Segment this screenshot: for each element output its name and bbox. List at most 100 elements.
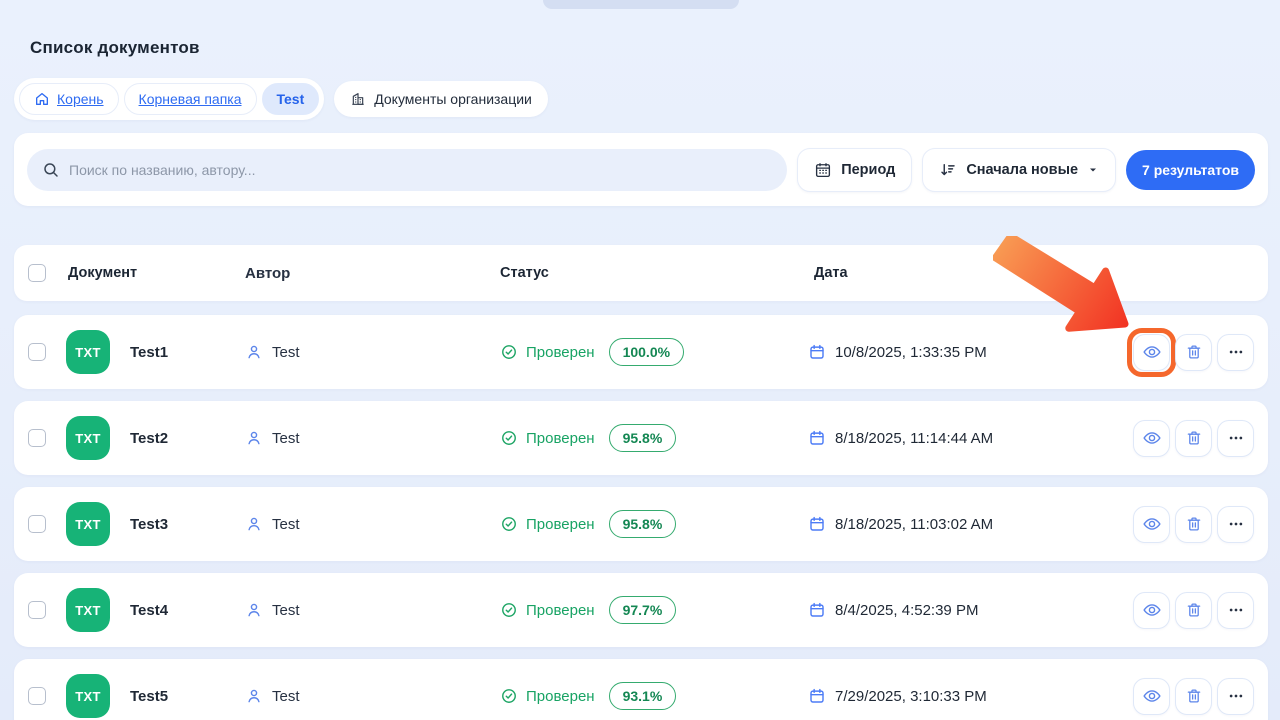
more-actions-button[interactable] <box>1217 506 1254 543</box>
eye-icon <box>1142 428 1162 448</box>
delete-button[interactable] <box>1175 678 1212 715</box>
view-button[interactable] <box>1133 506 1170 543</box>
check-circle-icon <box>500 515 518 533</box>
breadcrumb-root-folder[interactable]: Корневая папка <box>124 83 257 115</box>
eye-icon <box>1142 342 1162 362</box>
search-input[interactable] <box>69 162 772 178</box>
author-name: Test <box>272 602 300 619</box>
more-actions-button[interactable] <box>1217 420 1254 457</box>
eye-icon <box>1142 514 1162 534</box>
period-button[interactable]: Период <box>797 148 912 192</box>
row-checkbox[interactable] <box>28 601 46 619</box>
table-row[interactable]: TXT Test3 Test Проверен 95.8% 8/18/2025,… <box>14 487 1268 561</box>
author-name: Test <box>272 344 300 361</box>
breadcrumb-root[interactable]: Корень <box>19 83 119 115</box>
status-label: Проверен <box>526 516 595 533</box>
breadcrumb-current[interactable]: Test <box>262 83 320 115</box>
document-name: Test5 <box>130 688 168 705</box>
search-icon <box>42 161 60 179</box>
view-button[interactable] <box>1133 334 1170 371</box>
eye-icon <box>1142 600 1162 620</box>
author-name: Test <box>272 430 300 447</box>
delete-button[interactable] <box>1175 506 1212 543</box>
header-date: Дата <box>808 265 1254 281</box>
table-row[interactable]: TXT Test2 Test Проверен 95.8% 8/18/2025,… <box>14 401 1268 475</box>
more-actions-button[interactable] <box>1217 334 1254 371</box>
calendar-icon <box>814 161 832 179</box>
view-button[interactable] <box>1133 420 1170 457</box>
org-documents-button[interactable]: Документы организации <box>334 81 548 117</box>
trash-icon <box>1185 429 1203 447</box>
delete-button[interactable] <box>1175 334 1212 371</box>
breadcrumb-root-label[interactable]: Корень <box>57 91 104 107</box>
table-row[interactable]: TXT Test4 Test Проверен 97.7% 8/4/2025, … <box>14 573 1268 647</box>
building-icon <box>350 91 366 107</box>
search-box[interactable] <box>27 149 787 191</box>
breadcrumb-root-folder-label[interactable]: Корневая папка <box>139 91 242 107</box>
row-checkbox[interactable] <box>28 429 46 447</box>
trash-icon <box>1185 343 1203 361</box>
sort-icon <box>939 161 957 179</box>
file-type-badge: TXT <box>66 330 110 374</box>
table-body: TXT Test1 Test Проверен 100.0% 10/8/2025… <box>14 315 1268 720</box>
status-label: Проверен <box>526 344 595 361</box>
chevron-down-icon <box>1087 164 1099 176</box>
ellipsis-icon <box>1227 601 1245 619</box>
header-document: Документ <box>66 265 245 281</box>
check-circle-icon <box>500 343 518 361</box>
more-actions-button[interactable] <box>1217 678 1254 715</box>
score-badge: 95.8% <box>609 510 677 538</box>
user-icon <box>245 343 263 361</box>
score-badge: 95.8% <box>609 424 677 452</box>
org-documents-label: Документы организации <box>374 91 532 107</box>
row-checkbox[interactable] <box>28 343 46 361</box>
delete-button[interactable] <box>1175 592 1212 629</box>
select-all-checkbox[interactable] <box>28 264 46 282</box>
row-checkbox[interactable] <box>28 687 46 705</box>
trash-icon <box>1185 601 1203 619</box>
document-name: Test4 <box>130 602 168 619</box>
table-header: Документ Автор Статус Дата <box>14 245 1268 301</box>
more-actions-button[interactable] <box>1217 592 1254 629</box>
view-button[interactable] <box>1133 678 1170 715</box>
document-date: 7/29/2025, 3:10:33 PM <box>835 688 987 705</box>
ellipsis-icon <box>1227 515 1245 533</box>
check-circle-icon <box>500 601 518 619</box>
table-row[interactable]: TXT Test1 Test Проверен 100.0% 10/8/2025… <box>14 315 1268 389</box>
table-row[interactable]: TXT Test5 Test Проверен 93.1% 7/29/2025,… <box>14 659 1268 720</box>
document-name: Test2 <box>130 430 168 447</box>
trash-icon <box>1185 515 1203 533</box>
period-label: Период <box>841 162 895 178</box>
status-label: Проверен <box>526 430 595 447</box>
delete-button[interactable] <box>1175 420 1212 457</box>
results-count-badge: 7 результатов <box>1126 150 1255 190</box>
calendar-icon <box>808 515 826 533</box>
file-type-badge: TXT <box>66 674 110 718</box>
header-status: Статус <box>500 265 808 281</box>
sort-label: Сначала новые <box>966 162 1078 178</box>
row-checkbox[interactable] <box>28 515 46 533</box>
eye-icon <box>1142 686 1162 706</box>
breadcrumb: Корень Корневая папка Test Документы орг… <box>14 78 548 120</box>
document-name: Test3 <box>130 516 168 533</box>
score-badge: 93.1% <box>609 682 677 710</box>
breadcrumb-group: Корень Корневая папка Test <box>14 78 324 120</box>
document-date: 8/18/2025, 11:03:02 AM <box>835 516 993 533</box>
toolbar: Период Сначала новые 7 результатов <box>14 133 1268 206</box>
score-badge: 97.7% <box>609 596 677 624</box>
status-label: Проверен <box>526 602 595 619</box>
breadcrumb-current-label: Test <box>277 91 305 107</box>
file-type-badge: TXT <box>66 588 110 632</box>
document-date: 8/4/2025, 4:52:39 PM <box>835 602 978 619</box>
view-button[interactable] <box>1133 592 1170 629</box>
sort-button[interactable]: Сначала новые <box>922 148 1116 192</box>
score-badge: 100.0% <box>609 338 684 366</box>
author-name: Test <box>272 688 300 705</box>
check-circle-icon <box>500 687 518 705</box>
user-icon <box>245 515 263 533</box>
page-title: Список документов <box>30 38 200 58</box>
status-label: Проверен <box>526 688 595 705</box>
calendar-icon <box>808 687 826 705</box>
document-date: 10/8/2025, 1:33:35 PM <box>835 344 987 361</box>
file-type-badge: TXT <box>66 416 110 460</box>
